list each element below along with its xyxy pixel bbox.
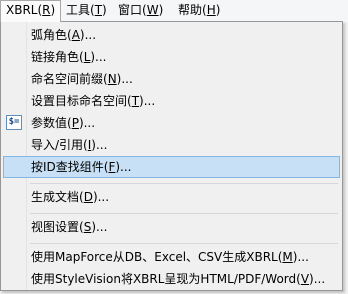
menu-xbrl-label: XBRL(R) <box>6 3 56 17</box>
menu-bar: XBRL(R) 工具(T) 窗口(W) 帮助(H) <box>0 0 348 22</box>
menu-item-find-component-by-id[interactable]: 按ID查找组件(F)... <box>3 156 340 178</box>
menu-help[interactable]: 帮助(H) <box>173 0 225 21</box>
menu-tools[interactable]: 工具(T) <box>61 0 112 21</box>
menu-help-label: 帮助(H) <box>178 3 221 17</box>
menu-item-label: 视图设置(S)... <box>31 220 108 234</box>
menu-separator <box>30 243 338 244</box>
xbrl-dropdown-menu: 弧角色(A)... 链接角色(L)... 命名空间前缀(N)... 设置目标命名… <box>0 21 343 291</box>
menu-window[interactable]: 窗口(W) <box>113 0 168 21</box>
menu-item-arcroles[interactable]: 弧角色(A)... <box>3 24 340 46</box>
menu-item-mapforce-generate-xbrl[interactable]: 使用MapForce从DB、Excel、CSV生成XBRL(M)... <box>3 246 340 268</box>
menu-item-view-settings[interactable]: 视图设置(S)... <box>3 216 340 238</box>
menu-item-label: 按ID查找组件(F)... <box>31 160 132 174</box>
menu-window-label: 窗口(W) <box>118 3 164 17</box>
menu-item-generate-documentation[interactable]: 生成文档(D)... <box>3 186 340 208</box>
menu-item-label: 链接角色(L)... <box>31 50 107 64</box>
menu-item-import-reference[interactable]: 导入/引用(I)... <box>3 134 340 156</box>
menu-item-stylevision-render-xbrl[interactable]: 使用StyleVision将XBRL呈现为HTML/PDF/Word(V)... <box>3 268 340 290</box>
menu-item-label: 设置目标命名空间(T)... <box>31 94 156 108</box>
parameter-icon: $= <box>6 115 22 130</box>
menu-item-label: 使用MapForce从DB、Excel、CSV生成XBRL(M)... <box>31 250 309 264</box>
menu-item-link-roles[interactable]: 链接角色(L)... <box>3 46 340 68</box>
menu-separator <box>30 183 338 184</box>
menu-separator <box>30 213 338 214</box>
menu-xbrl[interactable]: XBRL(R) <box>0 0 62 22</box>
menu-item-label: 参数值(P)... <box>31 116 96 130</box>
menu-item-label: 弧角色(A)... <box>31 28 97 42</box>
menu-item-label: 生成文档(D)... <box>31 190 110 204</box>
menu-item-label: 使用StyleVision将XBRL呈现为HTML/PDF/Word(V)... <box>31 272 326 286</box>
menu-item-namespace-prefixes[interactable]: 命名空间前缀(N)... <box>3 68 340 90</box>
menu-item-parameter-values[interactable]: $= 参数值(P)... <box>3 112 340 134</box>
menu-item-label: 导入/引用(I)... <box>31 138 108 152</box>
menu-item-set-target-namespace[interactable]: 设置目标命名空间(T)... <box>3 90 340 112</box>
menu-item-label: 命名空间前缀(N)... <box>31 72 133 86</box>
menu-tools-label: 工具(T) <box>66 3 107 17</box>
